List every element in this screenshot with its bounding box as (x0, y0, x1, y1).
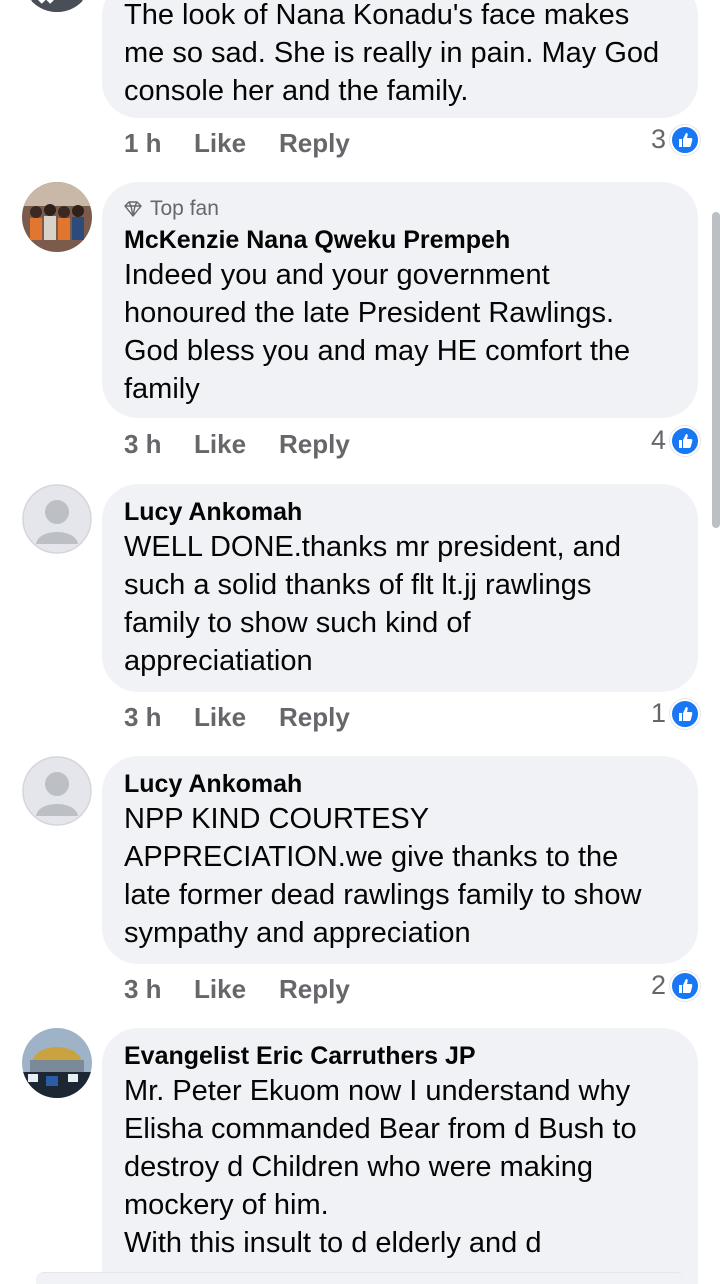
reply-button[interactable]: Reply (279, 429, 350, 460)
reaction-summary[interactable]: 4 (651, 425, 700, 456)
comment-author[interactable]: Evangelist Eric Carruthers JP (124, 1040, 676, 1072)
comment-line: sympathy and appreciation (124, 917, 471, 949)
like-button[interactable]: Like (194, 128, 246, 159)
comment-line: Mr. Peter Ekuom now I understand why (124, 1075, 631, 1107)
comment-line: NPP KIND COURTESY (124, 803, 430, 835)
comment-text: NPP KIND COURTESY APPRECIATION.we give t… (124, 800, 676, 952)
top-fan-badge: Top fan (124, 196, 676, 222)
avatar[interactable] (22, 484, 92, 554)
badge-label: Top fan (150, 197, 219, 220)
comment-line: family to show such kind of (124, 607, 471, 639)
diamond-icon (124, 201, 142, 217)
avatar[interactable] (22, 756, 92, 826)
comment-line: Elisha commanded Bear from d Bush to (124, 1113, 637, 1145)
reaction-summary[interactable]: 3 (651, 124, 700, 155)
thumbs-up-icon (670, 425, 700, 456)
comment-line: With this insult to d elderly and d (124, 1227, 542, 1259)
thumbs-up-icon (670, 124, 700, 155)
comment-text: WELL DONE.thanks mr president, and such … (124, 528, 676, 680)
reply-button[interactable]: Reply (279, 702, 350, 733)
timestamp[interactable]: 3 h (124, 974, 162, 1005)
avatar[interactable] (22, 1028, 92, 1098)
thumbs-up-icon (670, 970, 700, 1001)
comment-actions: 3 h Like Reply 2 (124, 970, 700, 1010)
timestamp[interactable]: 1 h (124, 128, 162, 159)
like-button[interactable]: Like (194, 974, 246, 1005)
comment-line: Indeed you and your government (124, 259, 550, 291)
comment-line: destroy d Children who were making (124, 1151, 594, 1183)
comment-author[interactable]: McKenzie Nana Qweku Prempeh (124, 224, 676, 256)
comment-composer-bar[interactable] (36, 1272, 684, 1284)
comment-line: such a solid thanks of flt lt.jj rawling… (124, 569, 592, 601)
comment-author[interactable]: Lucy Ankomah (124, 768, 676, 800)
reaction-count: 1 (650, 698, 666, 728)
avatar[interactable] (22, 182, 92, 252)
comment-line: God bless you and may HE comfort the (124, 335, 631, 367)
comment-line: me so sad. She is really in pain. May Go… (124, 37, 660, 69)
comment-actions: 3 h Like Reply 4 (124, 425, 700, 465)
comment-bubble: Lucy Ankomah WELL DONE.thanks mr preside… (102, 484, 698, 692)
comment-bubble: Evangelist Eric Carruthers JP Mr. Peter … (102, 1028, 698, 1284)
comment-actions: 1 h Like Reply 3 (124, 124, 700, 164)
comment-actions: 3 h Like Reply 1 (124, 698, 700, 738)
comment-line: console her and the family. (124, 75, 469, 107)
comment-bubble: Top fan McKenzie Nana Qweku Prempeh Inde… (102, 182, 698, 418)
thumbs-up-icon (670, 698, 700, 729)
reaction-summary[interactable]: 1 (651, 698, 700, 729)
like-button[interactable]: Like (194, 429, 246, 460)
comment-author[interactable]: Lucy Ankomah (124, 496, 676, 528)
reply-button[interactable]: Reply (279, 128, 350, 159)
comment-bubble: Lucy Ankomah NPP KIND COURTESY APPRECIAT… (102, 756, 698, 964)
reaction-count: 2 (650, 970, 666, 1000)
scrollbar[interactable] (712, 212, 720, 528)
comment-text: Mr. Peter Ekuom now I understand why Eli… (124, 1072, 676, 1262)
timestamp[interactable]: 3 h (124, 702, 162, 733)
comment-line: The look of Nana Konadu's face makes (124, 0, 630, 31)
avatar[interactable] (22, 0, 92, 12)
comment-text: The look of Nana Konadu's face makes me … (124, 0, 676, 110)
comment-line: mockery of him. (124, 1189, 329, 1221)
reaction-summary[interactable]: 2 (651, 970, 700, 1001)
reaction-count: 3 (650, 124, 666, 154)
comment-bubble: The look of Nana Konadu's face makes me … (102, 0, 698, 118)
comment-text: Indeed you and your government honoured … (124, 256, 676, 408)
timestamp[interactable]: 3 h (124, 429, 162, 460)
comment-line: late former dead rawlings family to show (124, 879, 642, 911)
comment-line: honoured the late President Rawlings. (124, 297, 615, 329)
comment-line: appreciatiation (124, 645, 313, 677)
reaction-count: 4 (650, 425, 666, 455)
comment-line: APPRECIATION.we give thanks to the (124, 841, 619, 873)
comment-line: WELL DONE.thanks mr president, and (124, 531, 621, 563)
like-button[interactable]: Like (194, 702, 246, 733)
comment-line: family (124, 373, 200, 405)
reply-button[interactable]: Reply (279, 974, 350, 1005)
